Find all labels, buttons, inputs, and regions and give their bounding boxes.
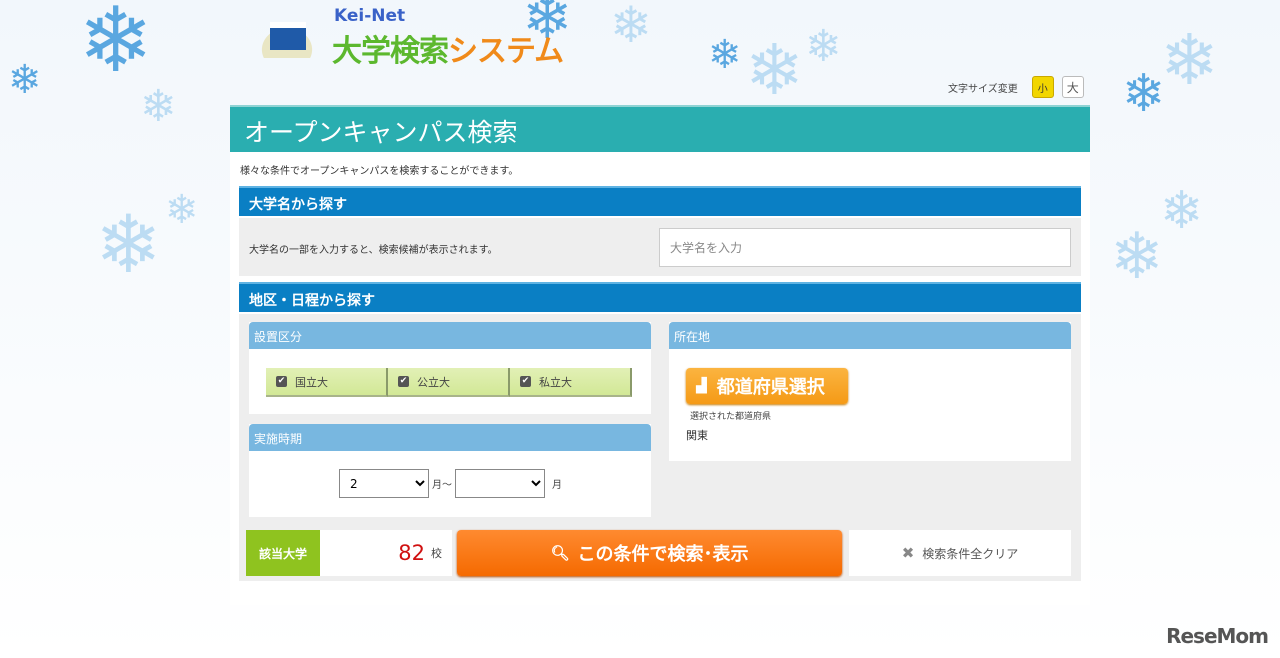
hit-label: 該当大学 <box>246 530 320 576</box>
checkbox-public[interactable]: ✔ 公立大 <box>388 368 510 397</box>
selected-prefecture-label: 選択された都道府県 <box>690 412 772 422</box>
kei-net-logo[interactable]: Kei-Net 大学検索システム <box>248 6 568 69</box>
font-size-large-button[interactable]: 大 <box>1061 76 1084 98</box>
checkbox-checked-icon: ✔ <box>398 376 409 387</box>
section-heading-by-area: 地区・日程から探す <box>239 282 1081 312</box>
font-size-control: 文字サイズ変更 小 大 <box>948 76 1084 98</box>
month-from-select[interactable]: 2 <box>339 469 429 498</box>
font-size-small-button[interactable]: 小 <box>1031 76 1054 98</box>
period-panel: 実施時期 2 月〜 月 <box>249 424 651 517</box>
school-illustration <box>248 16 326 58</box>
prefecture-select-button[interactable]: ▟ 都道府県選択 <box>686 368 848 404</box>
month-to-select[interactable] <box>455 469 545 498</box>
clear-conditions-button[interactable]: ✖ 検索条件全クリア <box>849 530 1071 576</box>
name-search-hint: 大学名の一部を入力すると、検索候補が表示されます。 <box>249 245 498 256</box>
search-icon: 🔍︎ <box>550 544 570 562</box>
section-heading-by-name: 大学名から探す <box>239 186 1081 216</box>
result-bar: 該当大学 82 校 🔍︎ この条件で検索･表示 ✖ 検索条件全クリア <box>246 530 1072 577</box>
checkbox-checked-icon: ✔ <box>520 376 531 387</box>
font-size-label: 文字サイズ変更 <box>948 83 1018 95</box>
location-panel: 所在地 ▟ 都道府県選択 選択された都道府県 関東 <box>669 322 1071 461</box>
main-content: オープンキャンパス検索 様々な条件でオープンキャンパスを検索することができます。… <box>230 105 1090 605</box>
location-heading: 所在地 <box>669 322 1071 349</box>
hit-count: 82 校 <box>320 530 452 576</box>
close-icon: ✖ <box>901 544 915 562</box>
type-panel: 設置区分 ✔ 国立大 ✔ 公立大 ✔ 私立大 <box>249 322 651 414</box>
map-icon: ▟ <box>696 378 707 394</box>
search-button[interactable]: 🔍︎ この条件で検索･表示 <box>457 530 842 576</box>
checkbox-national[interactable]: ✔ 国立大 <box>266 368 388 397</box>
name-search-box: 大学名の一部を入力すると、検索候補が表示されます。 <box>239 218 1081 276</box>
checkbox-private[interactable]: ✔ 私立大 <box>510 368 632 397</box>
period-heading: 実施時期 <box>249 424 651 451</box>
checkbox-checked-icon: ✔ <box>276 376 287 387</box>
page-title: オープンキャンパス検索 <box>230 105 1090 152</box>
resemom-watermark: ReseMom <box>1166 624 1269 648</box>
type-heading: 設置区分 <box>249 322 651 349</box>
university-name-input[interactable] <box>659 228 1071 267</box>
selected-prefecture-value: 関東 <box>686 429 708 442</box>
page-description: 様々な条件でオープンキャンパスを検索することができます。 <box>240 166 519 177</box>
